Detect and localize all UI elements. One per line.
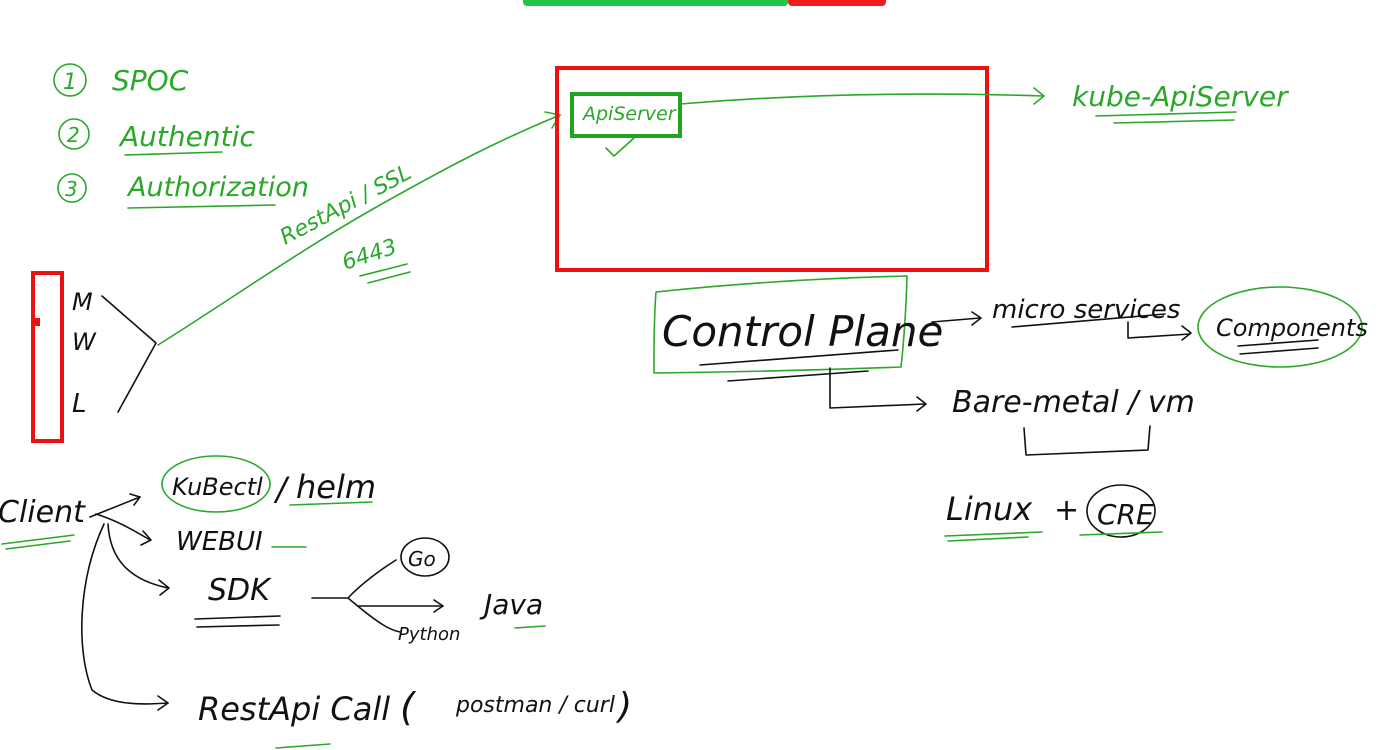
plus-sign: +: [1054, 493, 1079, 528]
sdk-branch: [311, 559, 401, 633]
underline-java: [514, 625, 546, 629]
branch-to-webui: [95, 513, 151, 541]
apiserver-group: ApiServer kube-ApiServer: [555, 66, 1289, 272]
numbered-list: 1 SPOC 2 Authentic 3 Authorization: [53, 63, 309, 209]
top-toolbar-red-segment: [788, 0, 886, 6]
os-group: M W L: [31, 271, 157, 443]
os-red-marker: [34, 318, 40, 326]
client-label: Client: [0, 495, 86, 530]
python-label: Python: [398, 624, 460, 645]
apiserver-label: ApiServer: [581, 103, 677, 125]
underline-authorization: [127, 204, 276, 209]
list-number-2: 2: [67, 123, 80, 147]
kube-apiserver-label: kube-ApiServer: [1072, 80, 1289, 113]
restapi-call-label: RestApi Call: [198, 690, 390, 728]
sdk-label: SDK: [208, 573, 272, 608]
helm-separator: /: [273, 470, 290, 508]
cre-label: CRE: [1097, 498, 1154, 531]
underline-components-2: [1239, 347, 1319, 355]
underline-linux: [944, 531, 1043, 537]
list-item-authentic: Authentic: [118, 120, 255, 153]
arrow-to-components-head: [1181, 325, 1192, 341]
kubectl-label: KuBectl: [172, 473, 263, 501]
connection-port-label: 6443: [339, 235, 400, 276]
linux-label: Linux: [946, 490, 1033, 528]
components-label: Components: [1216, 314, 1368, 342]
paren-open: (: [400, 685, 417, 729]
list-number-3: 3: [65, 177, 78, 201]
top-toolbar-green-segment: [523, 0, 788, 6]
helm-label: helm: [296, 468, 376, 506]
top-toolbar: [523, 0, 886, 6]
underline-kube-apiserver-2: [1113, 119, 1235, 124]
paren-close: ): [615, 686, 632, 727]
os-item-w: W: [72, 328, 97, 356]
infra-bracket: [1023, 425, 1151, 456]
whiteboard-canvas: 1 SPOC 2 Authentic 3 Authorization RestA…: [0, 0, 1368, 749]
underline-restapi-call: [275, 743, 331, 749]
os-red-box: [31, 271, 64, 443]
underline-linux-2: [947, 536, 1029, 542]
java-label: Java: [479, 588, 543, 621]
postman-curl-label: postman / curl: [455, 693, 615, 718]
os-item-l: L: [72, 389, 87, 419]
list-item-spoc: SPOC: [112, 64, 189, 97]
underline-cre: [1079, 531, 1163, 536]
os-item-m: M: [72, 288, 93, 316]
underline-sdk-2: [196, 624, 280, 628]
control-plane-group: Control Plane micro services Components …: [653, 275, 1368, 542]
list-number-1: 1: [63, 70, 77, 95]
arrow-to-infra: [829, 367, 926, 409]
control-plane-title: Control Plane: [662, 307, 943, 356]
infra-label: Bare-metal / vm: [952, 385, 1195, 420]
client-group: Client KuBectl / helm WEBUI SDK Go Pytho…: [0, 455, 632, 749]
underline-sdk: [194, 615, 281, 620]
underline-port-2: [367, 271, 411, 284]
list-item-authorization: Authorization: [126, 172, 309, 203]
os-merge-bracket: [101, 295, 157, 413]
underline-control-plane-2: [727, 370, 869, 382]
webui-label: WEBUI: [176, 527, 263, 557]
branch-to-restapi: [81, 523, 169, 705]
apiserver-checkmark: [605, 137, 635, 157]
go-label: Go: [408, 547, 436, 571]
